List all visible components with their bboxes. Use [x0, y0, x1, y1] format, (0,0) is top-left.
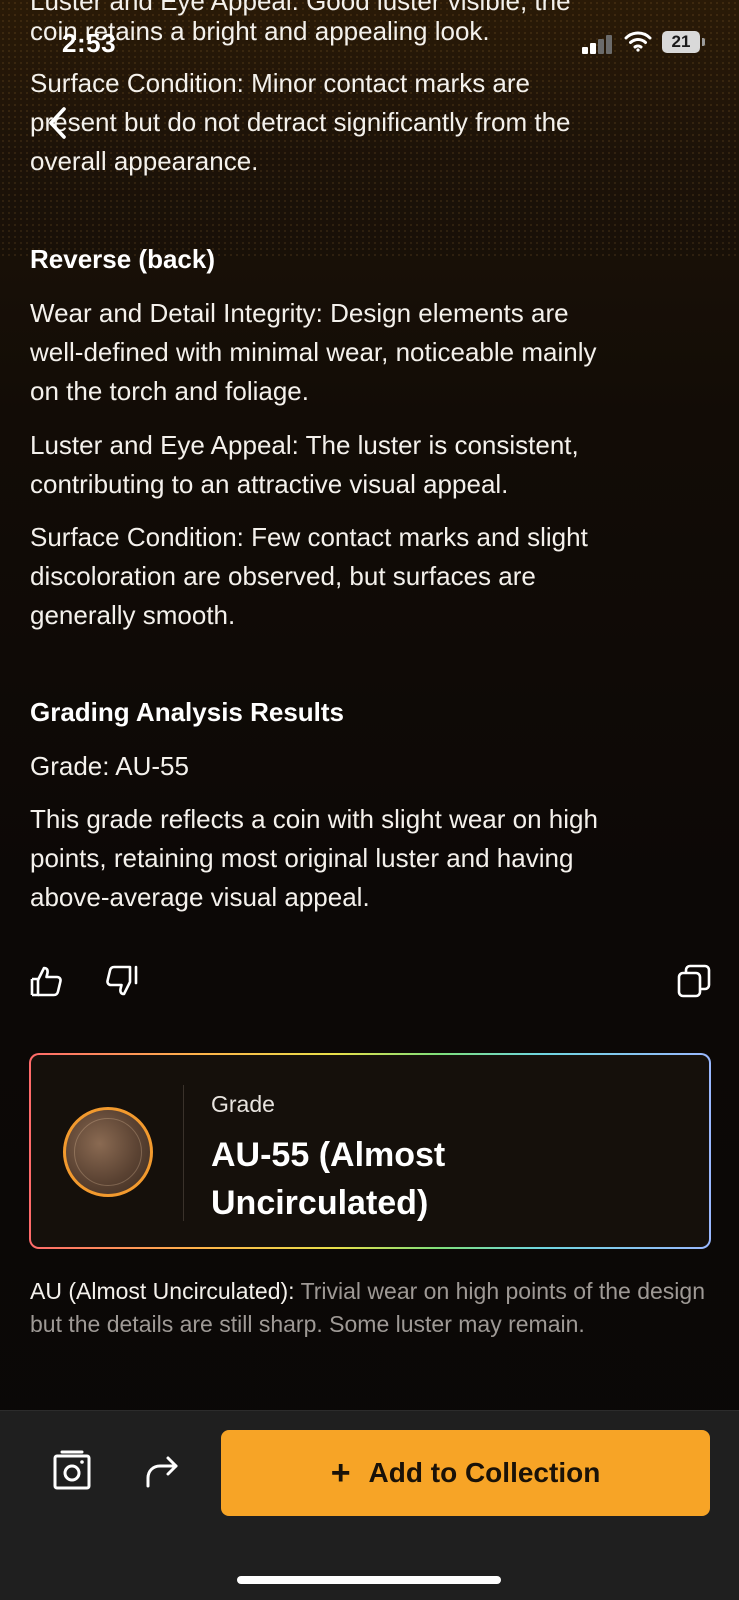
coin-rim: [74, 1118, 142, 1186]
obverse-surface-line-3: overall appearance.: [30, 146, 259, 176]
card-divider: [183, 1085, 184, 1221]
grade-value-line-1: AU-55 (Almost: [211, 1136, 446, 1174]
grade-card: Grade AU-55 (Almost Uncirculated): [29, 1053, 711, 1249]
grade-value: AU-55 (Almost Uncirculated): [211, 1131, 671, 1227]
grade-note-term: AU (Almost Uncirculated):: [30, 1278, 295, 1304]
battery-indicator: 21: [662, 31, 700, 53]
thumbs-down-icon[interactable]: [104, 963, 140, 999]
grade-value-line-2: Uncirculated): [211, 1184, 429, 1222]
coin-thumbnail: [63, 1107, 153, 1197]
results-desc-line-1: This grade reflects a coin with slight w…: [30, 804, 598, 834]
results-grade-line: Grade: AU-55: [30, 751, 189, 781]
camera-icon[interactable]: [52, 1450, 92, 1492]
results-heading: Grading Analysis Results: [30, 697, 345, 727]
copy-icon[interactable]: [676, 963, 712, 999]
battery-level: 21: [671, 32, 691, 51]
home-indicator[interactable]: [237, 1576, 501, 1584]
results-desc-line-3: above-average visual appeal.: [30, 882, 370, 912]
reverse-luster-line-1: Luster and Eye Appeal: The luster is con…: [30, 430, 579, 460]
reverse-wear-line-2: well-defined with minimal wear, noticeab…: [30, 337, 597, 367]
reverse-surface-line-3: generally smooth.: [30, 600, 236, 630]
thumbs-up-icon[interactable]: [28, 963, 64, 999]
add-to-collection-button[interactable]: + Add to Collection: [221, 1430, 710, 1516]
back-chevron-icon[interactable]: [44, 105, 72, 141]
status-time: 2:53: [62, 28, 117, 58]
status-bar: 2:53 21: [0, 0, 739, 70]
grade-card-body: Grade AU-55 (Almost Uncirculated): [31, 1055, 709, 1247]
grade-label: Grade: [211, 1091, 275, 1117]
obverse-surface-line-2: present but do not detract significantly…: [30, 107, 571, 137]
grade-note: AU (Almost Uncirculated): Trivial wear o…: [30, 1275, 720, 1341]
results-desc-line-2: points, retaining most original luster a…: [30, 843, 574, 873]
reverse-heading: Reverse (back): [30, 244, 215, 274]
plus-icon: +: [330, 1454, 351, 1492]
reverse-wear-line-1: Wear and Detail Integrity: Design elemen…: [30, 298, 569, 328]
battery-tip: [702, 38, 705, 46]
reverse-surface-line-1: Surface Condition: Few contact marks and…: [30, 522, 588, 552]
reverse-surface-line-2: discoloration are observed, but surfaces…: [30, 561, 536, 591]
cellular-signal-icon: [582, 34, 612, 54]
reverse-wear-line-3: on the torch and foliage.: [30, 376, 309, 406]
add-to-collection-label: Add to Collection: [368, 1457, 601, 1488]
share-icon[interactable]: [144, 1454, 182, 1490]
reverse-luster-line-2: contributing to an attractive visual app…: [30, 469, 509, 499]
wifi-icon: [624, 31, 652, 52]
